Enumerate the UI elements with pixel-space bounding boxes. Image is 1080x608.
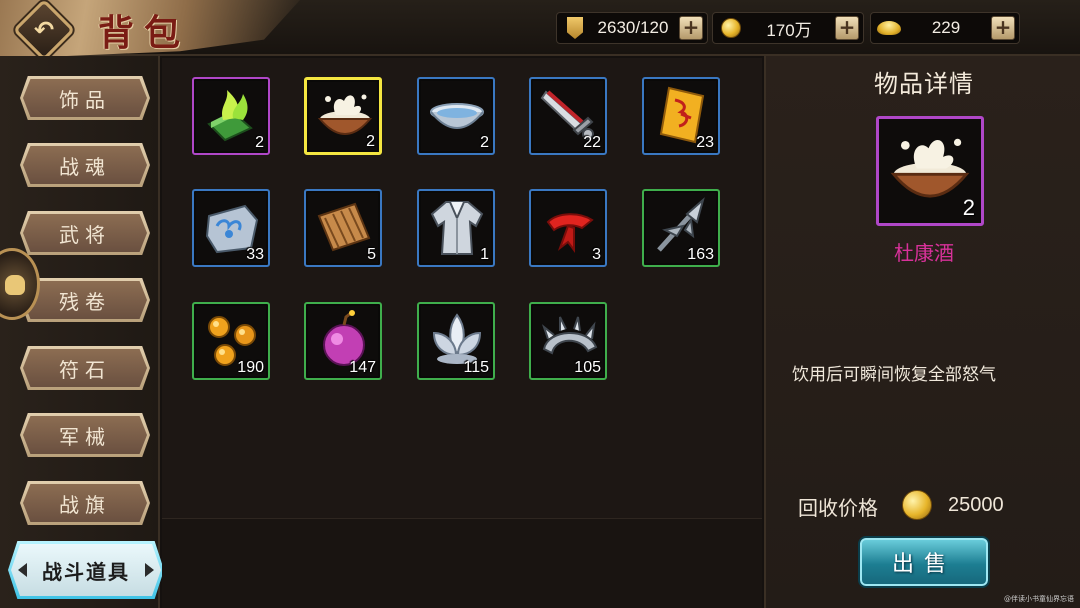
tab-generals[interactable]: 武将 [20,211,150,255]
price-value: 25000 [948,494,1004,516]
tab-armaments[interactable]: 军械 [20,413,150,457]
price-label: 回收价格 [798,496,878,520]
banner-icon [563,16,587,40]
tab-label: 军械 [59,424,111,449]
tab-battle-items[interactable]: 战斗道具 [8,541,164,599]
inventory-slot[interactable]: 147 [304,302,382,380]
tab-label: 残卷 [59,289,111,314]
item-count: 190 [237,359,264,376]
tab-left-arrow-icon [18,563,27,577]
red-scarf-icon [546,213,594,253]
resource-silver-value: 170万 [766,20,812,40]
wine-bowl-icon [890,138,970,198]
add-stamina-button[interactable]: + [679,16,703,40]
inventory-slot[interactable]: 33 [192,189,270,267]
add-silver-button[interactable]: + [835,16,859,40]
tab-label: 武将 [59,222,111,247]
detail-item-slot: 2 [876,116,984,226]
bamboo-scroll-icon [317,202,371,252]
item-detail-panel: 物品详情 2 杜康酒 饮用后可瞬间恢复全部怒气 回收价格 25000 出售 [764,56,1080,608]
resource-stamina: 2630/120 + [556,12,708,44]
green-flame-book-icon [207,90,253,142]
sell-button[interactable]: 出售 [858,536,990,588]
inventory-slot[interactable]: 105 [529,302,607,380]
item-name: 杜康酒 [894,241,954,265]
inventory-slot[interactable]: 22 [529,77,607,155]
tab-right-arrow-icon [145,563,154,577]
item-count: 147 [349,359,376,376]
tab-label: 饰品 [59,87,111,112]
item-count: 2 [480,134,489,151]
back-arrow-icon: ↶ [33,15,55,44]
inventory-slot[interactable]: 1 [417,189,495,267]
item-count: 22 [583,134,601,151]
detail-title: 物品详情 [874,70,974,98]
tab-label: 符石 [59,357,111,382]
page-title: 背包 [98,12,191,54]
item-count: 2 [366,133,375,150]
watermark: @伴读小书童仙界忘语 [1004,595,1074,603]
tab-runestones[interactable]: 符石 [20,346,150,390]
add-gold-button[interactable]: + [991,16,1015,40]
inventory-slot[interactable]: 2 [417,77,495,155]
inventory-slot[interactable]: 5 [304,189,382,267]
coin-icon [719,16,743,40]
inventory-slot[interactable]: 23 [642,77,720,155]
item-description: 饮用后可瞬间恢复全部怒气 [792,365,996,385]
inventory-slot[interactable]: 190 [192,302,270,380]
item-count: 5 [367,246,376,263]
item-count: 163 [687,246,714,263]
item-count: 23 [696,134,714,151]
tab-war-banners[interactable]: 战旗 [20,481,150,525]
inventory-slot[interactable]: 3 [529,189,607,267]
water-bowl-icon [430,103,484,129]
item-count: 2 [255,134,264,151]
tab-war-soul[interactable]: 战魂 [20,143,150,187]
tab-label: 战旗 [59,492,111,517]
resource-gold-value: 229 [931,18,961,37]
item-count: 33 [246,246,264,263]
resource-gold: 229 + [870,12,1020,44]
inventory-slot[interactable]: 115 [417,302,495,380]
item-count: 3 [592,246,601,263]
robe-icon [430,201,484,255]
category-sidebar [0,56,160,608]
inventory-slot[interactable]: 2 [192,77,270,155]
item-count: 105 [574,359,601,376]
resource-silver: 170万 + [712,12,864,44]
inventory-slot[interactable]: 163 [642,189,720,267]
item-count: 115 [463,359,489,376]
ingot-icon [877,16,901,40]
detail-item-count: 2 [962,195,975,220]
tab-accessories[interactable]: 饰品 [20,76,150,120]
tab-label: 战魂 [59,154,111,179]
item-count: 1 [480,246,489,263]
inventory-footer [162,518,762,608]
inventory-slot[interactable]: 2 [304,77,382,155]
pet-icon [5,275,25,295]
coin-icon [902,490,932,520]
resource-stamina-value: 2630/120 [597,18,669,37]
tab-label: 战斗道具 [42,559,130,584]
